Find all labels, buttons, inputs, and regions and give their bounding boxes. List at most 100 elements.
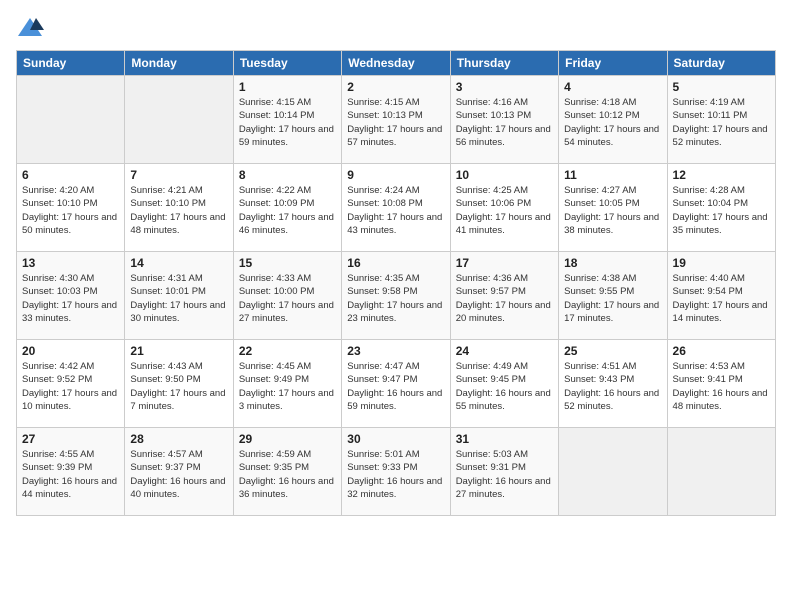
cell-content: Sunrise: 4:20 AM Sunset: 10:10 PM Daylig… — [22, 184, 119, 237]
day-number: 8 — [239, 168, 336, 182]
cell-content: Sunrise: 4:24 AM Sunset: 10:08 PM Daylig… — [347, 184, 444, 237]
day-number: 30 — [347, 432, 444, 446]
calendar-cell: 6 Sunrise: 4:20 AM Sunset: 10:10 PM Dayli… — [17, 164, 125, 252]
day-number: 1 — [239, 80, 336, 94]
cell-content: Sunrise: 4:19 AM Sunset: 10:11 PM Daylig… — [673, 96, 770, 149]
day-number: 12 — [673, 168, 770, 182]
calendar-cell: 17Sunrise: 4:36 AM Sunset: 9:57 PM Dayli… — [450, 252, 558, 340]
cell-content: Sunrise: 4:31 AM Sunset: 10:01 PM Daylig… — [130, 272, 227, 325]
cell-content: Sunrise: 4:45 AM Sunset: 9:49 PM Dayligh… — [239, 360, 336, 413]
day-number: 13 — [22, 256, 119, 270]
calendar-cell: 2 Sunrise: 4:15 AM Sunset: 10:13 PM Dayli… — [342, 76, 450, 164]
calendar-cell: 15 Sunrise: 4:33 AM Sunset: 10:00 PM Dayl… — [233, 252, 341, 340]
cell-content: Sunrise: 4:27 AM Sunset: 10:05 PM Daylig… — [564, 184, 661, 237]
day-number: 4 — [564, 80, 661, 94]
header-tuesday: Tuesday — [233, 51, 341, 76]
calendar-cell: 27 Sunrise: 4:55 AM Sunset: 9:39 PM Dayli… — [17, 428, 125, 516]
calendar-cell: 14 Sunrise: 4:31 AM Sunset: 10:01 PM Dayl… — [125, 252, 233, 340]
logo-icon — [16, 16, 44, 40]
cell-content: Sunrise: 4:36 AM Sunset: 9:57 PM Dayligh… — [456, 272, 553, 325]
calendar-header-row: SundayMondayTuesdayWednesdayThursdayFrid… — [17, 51, 776, 76]
calendar-cell: 16 Sunrise: 4:35 AM Sunset: 9:58 PM Dayli… — [342, 252, 450, 340]
calendar-cell: 29 Sunrise: 4:59 AM Sunset: 9:35 PM Dayli… — [233, 428, 341, 516]
calendar-cell: 22 Sunrise: 4:45 AM Sunset: 9:49 PM Dayli… — [233, 340, 341, 428]
cell-content: Sunrise: 4:43 AM Sunset: 9:50 PM Dayligh… — [130, 360, 227, 413]
calendar-cell: 31 Sunrise: 5:03 AM Sunset: 9:31 PM Dayli… — [450, 428, 558, 516]
header-sunday: Sunday — [17, 51, 125, 76]
calendar-cell: 20Sunrise: 4:42 AM Sunset: 9:52 PM Dayli… — [17, 340, 125, 428]
day-number: 3 — [456, 80, 553, 94]
cell-content: Sunrise: 4:57 AM Sunset: 9:37 PM Dayligh… — [130, 448, 227, 501]
week-row-2: 6 Sunrise: 4:20 AM Sunset: 10:10 PM Dayli… — [17, 164, 776, 252]
day-number: 19 — [673, 256, 770, 270]
calendar-cell: 4 Sunrise: 4:18 AM Sunset: 10:12 PM Dayli… — [559, 76, 667, 164]
cell-content: Sunrise: 4:35 AM Sunset: 9:58 PM Dayligh… — [347, 272, 444, 325]
cell-content: Sunrise: 4:55 AM Sunset: 9:39 PM Dayligh… — [22, 448, 119, 501]
cell-content: Sunrise: 4:40 AM Sunset: 9:54 PM Dayligh… — [673, 272, 770, 325]
day-number: 22 — [239, 344, 336, 358]
calendar-cell: 1 Sunrise: 4:15 AM Sunset: 10:14 PM Dayli… — [233, 76, 341, 164]
day-number: 5 — [673, 80, 770, 94]
cell-content: Sunrise: 4:30 AM Sunset: 10:03 PM Daylig… — [22, 272, 119, 325]
calendar-cell: 25 Sunrise: 4:51 AM Sunset: 9:43 PM Dayli… — [559, 340, 667, 428]
week-row-1: 1 Sunrise: 4:15 AM Sunset: 10:14 PM Dayli… — [17, 76, 776, 164]
day-number: 31 — [456, 432, 553, 446]
cell-content: Sunrise: 4:47 AM Sunset: 9:47 PM Dayligh… — [347, 360, 444, 413]
day-number: 24 — [456, 344, 553, 358]
cell-content: Sunrise: 4:15 AM Sunset: 10:14 PM Daylig… — [239, 96, 336, 149]
calendar-cell — [559, 428, 667, 516]
day-number: 18 — [564, 256, 661, 270]
header-saturday: Saturday — [667, 51, 775, 76]
cell-content: Sunrise: 4:28 AM Sunset: 10:04 PM Daylig… — [673, 184, 770, 237]
calendar-cell: 10 Sunrise: 4:25 AM Sunset: 10:06 PM Dayl… — [450, 164, 558, 252]
day-number: 26 — [673, 344, 770, 358]
cell-content: Sunrise: 4:25 AM Sunset: 10:06 PM Daylig… — [456, 184, 553, 237]
calendar-cell: 13 Sunrise: 4:30 AM Sunset: 10:03 PM Dayl… — [17, 252, 125, 340]
calendar-table: SundayMondayTuesdayWednesdayThursdayFrid… — [16, 50, 776, 516]
day-number: 2 — [347, 80, 444, 94]
day-number: 11 — [564, 168, 661, 182]
page-header — [16, 16, 776, 40]
day-number: 15 — [239, 256, 336, 270]
header-wednesday: Wednesday — [342, 51, 450, 76]
day-number: 10 — [456, 168, 553, 182]
cell-content: Sunrise: 4:51 AM Sunset: 9:43 PM Dayligh… — [564, 360, 661, 413]
day-number: 29 — [239, 432, 336, 446]
calendar-cell: 8Sunrise: 4:22 AM Sunset: 10:09 PM Dayli… — [233, 164, 341, 252]
cell-content: Sunrise: 4:38 AM Sunset: 9:55 PM Dayligh… — [564, 272, 661, 325]
cell-content: Sunrise: 4:53 AM Sunset: 9:41 PM Dayligh… — [673, 360, 770, 413]
cell-content: Sunrise: 4:33 AM Sunset: 10:00 PM Daylig… — [239, 272, 336, 325]
day-number: 7 — [130, 168, 227, 182]
week-row-5: 27 Sunrise: 4:55 AM Sunset: 9:39 PM Dayli… — [17, 428, 776, 516]
day-number: 27 — [22, 432, 119, 446]
logo — [16, 16, 46, 40]
calendar-cell: 18 Sunrise: 4:38 AM Sunset: 9:55 PM Dayli… — [559, 252, 667, 340]
day-number: 14 — [130, 256, 227, 270]
calendar-cell — [667, 428, 775, 516]
week-row-3: 13 Sunrise: 4:30 AM Sunset: 10:03 PM Dayl… — [17, 252, 776, 340]
calendar-cell: 11 Sunrise: 4:27 AM Sunset: 10:05 PM Dayl… — [559, 164, 667, 252]
cell-content: Sunrise: 4:42 AM Sunset: 9:52 PM Dayligh… — [22, 360, 119, 413]
day-number: 28 — [130, 432, 227, 446]
calendar-cell: 9Sunrise: 4:24 AM Sunset: 10:08 PM Dayli… — [342, 164, 450, 252]
cell-content: Sunrise: 4:59 AM Sunset: 9:35 PM Dayligh… — [239, 448, 336, 501]
cell-content: Sunrise: 5:03 AM Sunset: 9:31 PM Dayligh… — [456, 448, 553, 501]
calendar-cell: 28 Sunrise: 4:57 AM Sunset: 9:37 PM Dayli… — [125, 428, 233, 516]
calendar-cell: 30Sunrise: 5:01 AM Sunset: 9:33 PM Dayli… — [342, 428, 450, 516]
calendar-cell — [125, 76, 233, 164]
day-number: 16 — [347, 256, 444, 270]
header-monday: Monday — [125, 51, 233, 76]
calendar-cell: 24Sunrise: 4:49 AM Sunset: 9:45 PM Dayli… — [450, 340, 558, 428]
cell-content: Sunrise: 4:18 AM Sunset: 10:12 PM Daylig… — [564, 96, 661, 149]
calendar-cell: 5 Sunrise: 4:19 AM Sunset: 10:11 PM Dayli… — [667, 76, 775, 164]
cell-content: Sunrise: 4:21 AM Sunset: 10:10 PM Daylig… — [130, 184, 227, 237]
day-number: 6 — [22, 168, 119, 182]
calendar-cell: 19 Sunrise: 4:40 AM Sunset: 9:54 PM Dayli… — [667, 252, 775, 340]
header-thursday: Thursday — [450, 51, 558, 76]
day-number: 25 — [564, 344, 661, 358]
header-friday: Friday — [559, 51, 667, 76]
calendar-cell — [17, 76, 125, 164]
calendar-cell: 12 Sunrise: 4:28 AM Sunset: 10:04 PM Dayl… — [667, 164, 775, 252]
day-number: 23 — [347, 344, 444, 358]
cell-content: Sunrise: 4:15 AM Sunset: 10:13 PM Daylig… — [347, 96, 444, 149]
